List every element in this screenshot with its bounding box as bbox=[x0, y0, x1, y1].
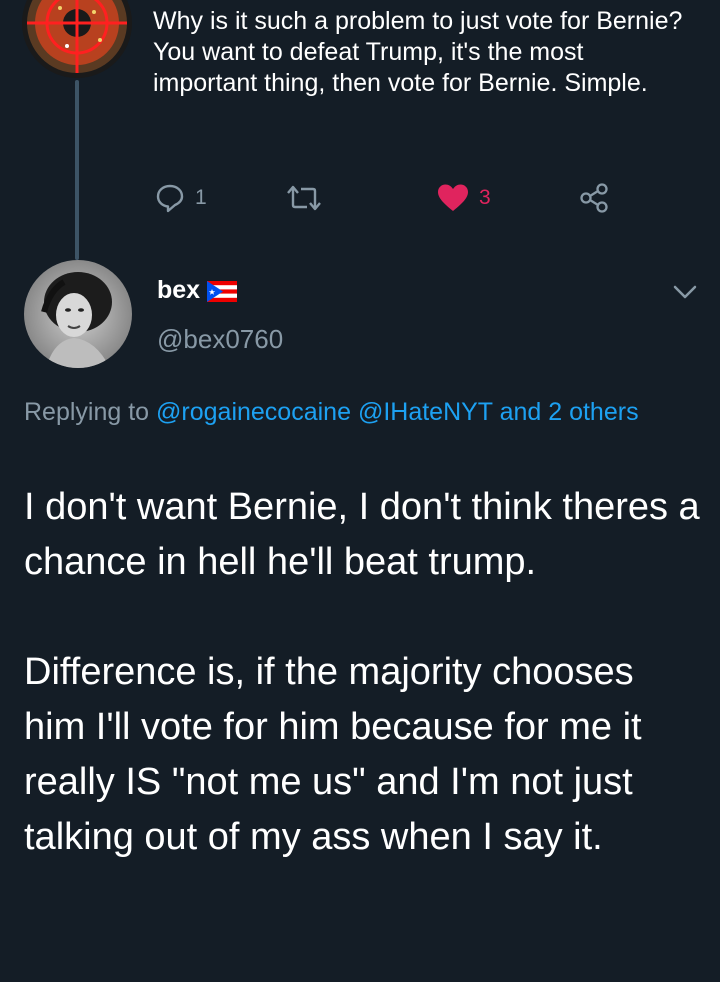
replying-to-line: Replying to @rogainecocaine @IHateNYT an… bbox=[24, 393, 694, 432]
like-count: 3 bbox=[479, 186, 491, 209]
previous-tweet-text: Why is it such a problem to just vote fo… bbox=[153, 7, 683, 97]
previous-tweet-actions: 1 3 bbox=[153, 178, 623, 218]
reply-icon bbox=[156, 184, 184, 213]
share-button[interactable] bbox=[578, 178, 610, 218]
chevron-down-icon[interactable] bbox=[670, 280, 700, 304]
tweet-paragraph-1: I don't want Bernie, I don't think there… bbox=[24, 486, 700, 583]
tweet-paragraph-2: Difference is, if the majority chooses h… bbox=[24, 651, 642, 858]
and-others-link[interactable]: and 2 others bbox=[500, 398, 639, 426]
reply-count: 1 bbox=[195, 186, 207, 209]
avatar-bex[interactable] bbox=[24, 260, 132, 368]
share-icon bbox=[580, 183, 608, 213]
author-handle[interactable]: @bex0760 bbox=[157, 324, 283, 355]
author-display-name[interactable]: bex bbox=[157, 276, 238, 305]
mention-rogainecocaine[interactable]: @rogainecocaine bbox=[156, 398, 351, 426]
replying-prefix: Replying to bbox=[24, 398, 157, 426]
avatar-previous-author[interactable] bbox=[22, 0, 132, 78]
like-button[interactable]: 3 bbox=[437, 178, 491, 218]
author-name: bex bbox=[157, 276, 201, 304]
tweet-body: I don't want Bernie, I don't think there… bbox=[24, 480, 704, 865]
puerto-rico-flag-icon bbox=[207, 281, 238, 302]
mention-ihatenyt[interactable]: @IHateNYT bbox=[358, 398, 493, 426]
retweet-button[interactable] bbox=[285, 178, 323, 218]
reply-button[interactable]: 1 bbox=[155, 178, 207, 218]
heart-icon bbox=[438, 184, 468, 211]
thread-connector-line bbox=[75, 80, 79, 260]
retweet-icon bbox=[287, 185, 321, 211]
